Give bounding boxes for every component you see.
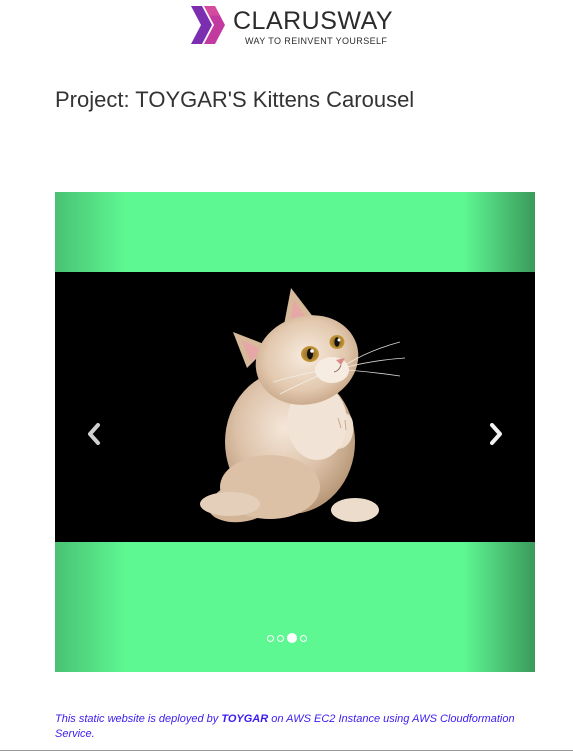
carousel-indicator-1[interactable] [267, 634, 274, 642]
brand-name: CLARUSWAY [233, 7, 394, 35]
carousel-indicator-3[interactable] [287, 633, 297, 643]
page-title: Project: TOYGAR'S Kittens Carousel [55, 87, 415, 112]
chevron-right-icon [490, 423, 502, 445]
footer-deploy-note: This static website is deployed by TOYGA… [55, 712, 535, 742]
carousel-indicator-2[interactable] [277, 634, 284, 642]
carousel-indicators [55, 633, 527, 643]
carousel-next-button[interactable] [484, 420, 508, 448]
brand-tagline: WAY TO REINVENT YOURSELF [245, 36, 388, 46]
kitten-photo [55, 272, 535, 542]
chevron-arrows-logo-icon [191, 6, 225, 44]
kitten-illustration [55, 272, 535, 542]
brand-logo: CLARUSWAY WAY TO REINVENT YOURSELF [191, 4, 401, 48]
bottom-divider [0, 750, 573, 751]
carousel-prev-button[interactable] [82, 420, 106, 448]
carousel-indicator-4[interactable] [300, 634, 307, 642]
footer-text-before: This static website is deployed by [55, 713, 222, 725]
footer-author: TOYGAR [221, 713, 269, 725]
kittens-carousel [55, 192, 535, 672]
chevron-left-icon [88, 423, 100, 445]
